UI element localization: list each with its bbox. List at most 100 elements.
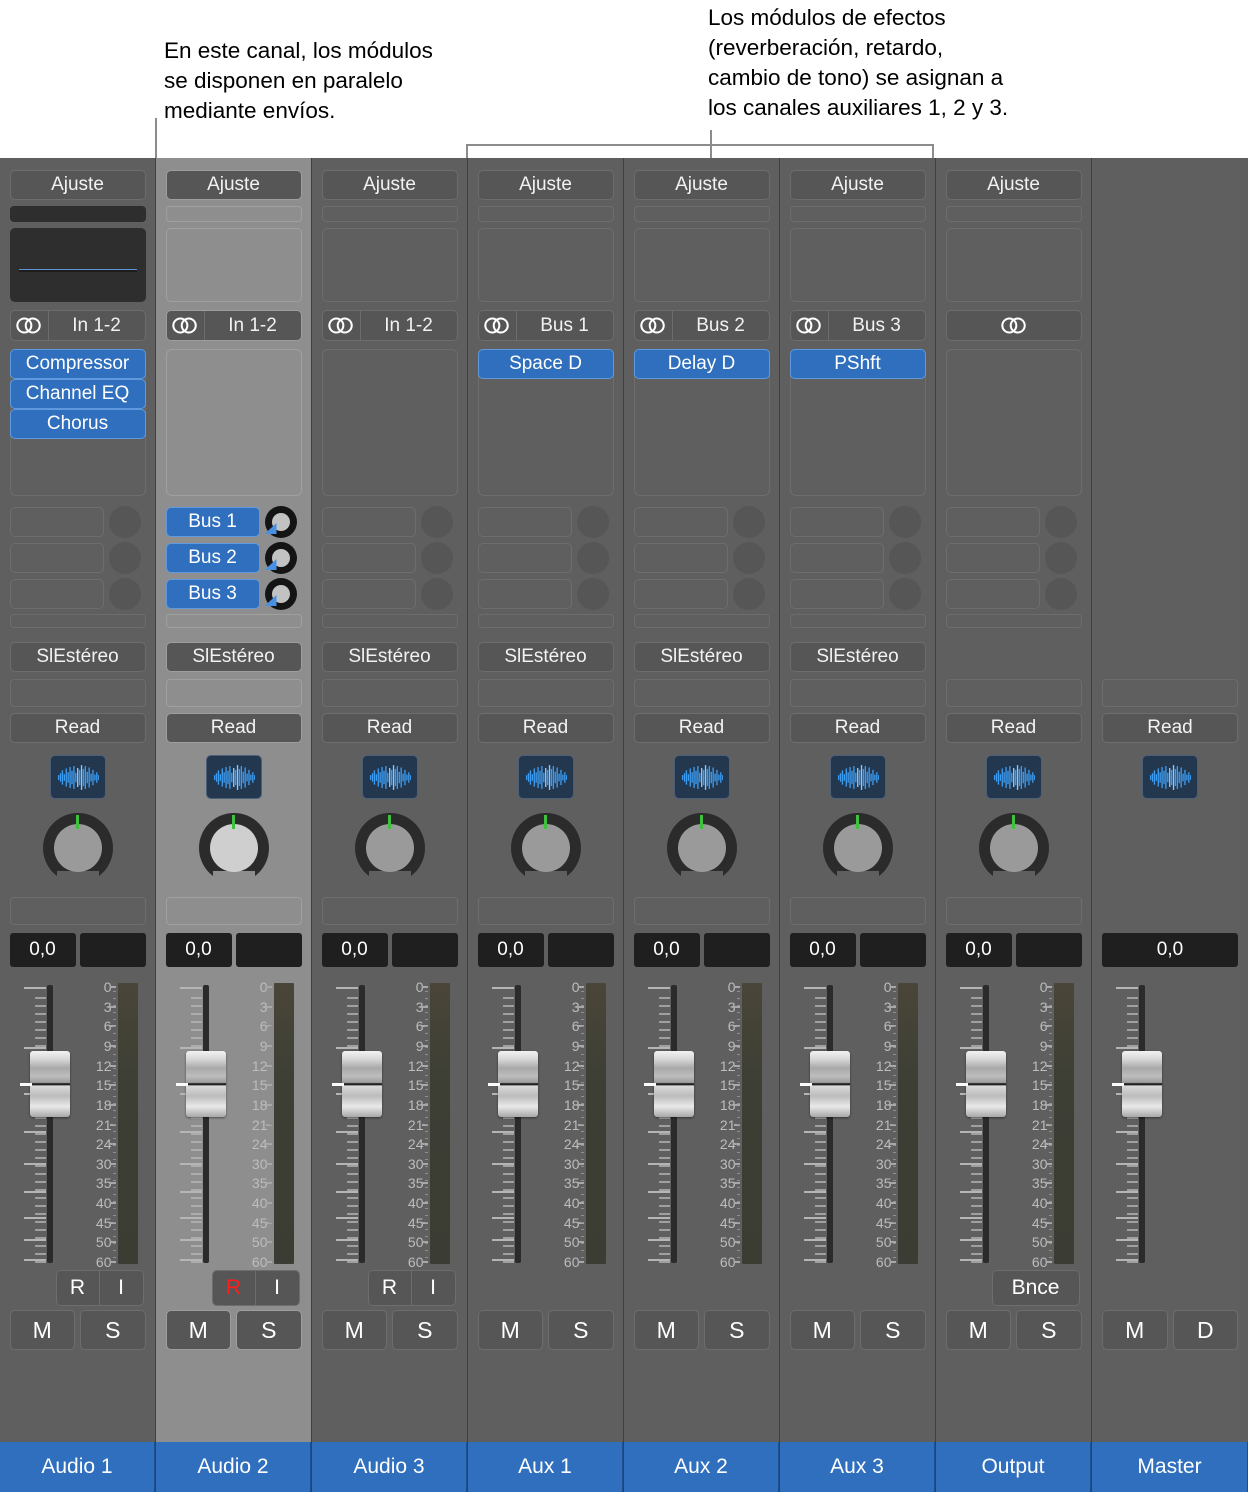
mute-button[interactable]: M [477, 1310, 543, 1350]
channel-strip-audio-3[interactable]: Ajuste In 1-2 SlEstéreo Read 0,0 0 3 6 9 12 15 18 21… [312, 158, 468, 1492]
pan-knob[interactable] [198, 813, 269, 885]
automation-mode-button[interactable]: Read [789, 713, 926, 743]
send-level-knob[interactable] [1044, 542, 1078, 574]
send-destination[interactable] [945, 507, 1040, 537]
channel-name-button[interactable]: Output [936, 1442, 1091, 1492]
send-level-knob[interactable] [264, 506, 298, 538]
pan-knob[interactable] [510, 813, 581, 885]
gain-value[interactable]: 0,0 [945, 933, 1012, 967]
send-level-knob[interactable] [108, 506, 142, 538]
send-level-knob[interactable] [732, 578, 766, 610]
mute-button[interactable]: M [321, 1310, 387, 1350]
pre-fader-slot[interactable] [945, 897, 1082, 925]
output-routing-button[interactable]: SlEstéreo [165, 642, 302, 672]
insert-plugin-pshft[interactable]: PShft [789, 349, 926, 379]
pre-fader-slot[interactable] [477, 897, 614, 925]
send-destination[interactable] [477, 507, 572, 537]
solo-button[interactable]: S [860, 1310, 926, 1350]
channel-strip-audio-2[interactable]: Ajuste In 1-2 Bus 1 Bus 2 Bus 3 SlEstéreo Read… [156, 158, 312, 1492]
input-monitor-button[interactable]: I [99, 1270, 144, 1306]
send-destination[interactable]: Bus 1 [165, 507, 260, 537]
send-destination[interactable] [321, 543, 416, 573]
insert-slot-frame[interactable]: Delay D [633, 349, 770, 496]
fader-handle[interactable] [965, 1051, 1006, 1117]
send-destination[interactable] [789, 579, 884, 609]
fader-handle[interactable] [1122, 1051, 1162, 1117]
volume-fader[interactable] [486, 981, 538, 1266]
volume-fader[interactable] [1110, 981, 1162, 1266]
audio-fx-slot[interactable] [165, 206, 302, 222]
send-level-knob[interactable] [108, 542, 142, 574]
fader-handle[interactable] [185, 1051, 226, 1117]
input-output-selector[interactable]: Bus 3 [789, 310, 926, 341]
pan-value[interactable] [703, 933, 770, 967]
volume-fader[interactable] [18, 981, 70, 1266]
send-level-knob[interactable] [420, 578, 454, 610]
channel-name-button[interactable]: Master [1092, 1442, 1248, 1492]
send-destination[interactable] [633, 543, 728, 573]
insert-slot-frame[interactable]: PShft [789, 349, 926, 496]
send-destination[interactable]: Bus 3 [165, 579, 260, 609]
channel-strip-aux-2[interactable]: Ajuste Bus 2 Delay D SlEstéreo Read 0,0 0 3 6 9 12… [624, 158, 780, 1492]
send-destination[interactable] [321, 507, 416, 537]
insert-plugin-delay-d[interactable]: Delay D [633, 349, 770, 379]
channel-strip-aux-3[interactable]: Ajuste Bus 3 PShft SlEstéreo Read 0,0 0 3 6 9 12 15… [780, 158, 936, 1492]
audio-fx-slot[interactable] [321, 206, 458, 222]
mute-button[interactable]: M [165, 1310, 231, 1350]
insert-slot-frame[interactable] [945, 349, 1082, 496]
group-slot[interactable] [321, 679, 458, 707]
insert-plugin-space-d[interactable]: Space D [477, 349, 614, 379]
gain-value[interactable]: 0,0 [9, 933, 76, 967]
insert-slot-frame[interactable]: Space D [477, 349, 614, 496]
settings-button[interactable]: Ajuste [165, 170, 302, 200]
volume-fader[interactable] [642, 981, 694, 1266]
send-level-knob[interactable] [576, 506, 610, 538]
eq-waveform-icon[interactable] [1142, 755, 1198, 799]
output-routing-button[interactable]: SlEstéreo [321, 642, 458, 672]
insert-plugin-compressor[interactable]: Compressor [9, 349, 146, 379]
send-destination[interactable] [789, 543, 884, 573]
pan-value[interactable] [547, 933, 614, 967]
channel-name-button[interactable]: Audio 3 [312, 1442, 467, 1492]
settings-button[interactable]: Ajuste [945, 170, 1082, 200]
send-level-knob[interactable] [420, 506, 454, 538]
send-level-knob[interactable] [576, 542, 610, 574]
insert-slot-frame[interactable] [165, 349, 302, 496]
send-level-knob[interactable] [732, 506, 766, 538]
channel-name-button[interactable]: Audio 1 [0, 1442, 155, 1492]
pan-value[interactable] [79, 933, 146, 967]
settings-button[interactable]: Ajuste [633, 170, 770, 200]
channel-name-button[interactable]: Aux 1 [468, 1442, 623, 1492]
pre-fader-slot[interactable] [165, 897, 302, 925]
pan-knob[interactable] [42, 813, 113, 885]
send-destination[interactable] [945, 543, 1040, 573]
send-destination[interactable] [321, 579, 416, 609]
send-destination[interactable] [9, 543, 104, 573]
send-level-knob[interactable] [888, 506, 922, 538]
eq-waveform-icon[interactable] [829, 755, 886, 799]
fader-handle[interactable] [653, 1051, 694, 1117]
audio-fx-slot[interactable] [789, 206, 926, 222]
insert-slot-frame[interactable] [321, 349, 458, 496]
send-level-knob[interactable] [888, 578, 922, 610]
pre-fader-slot[interactable] [9, 897, 146, 925]
channel-strip-audio-1[interactable]: Ajuste In 1-2 Compressor Channel EQ Chorus Sl… [0, 158, 156, 1492]
volume-fader[interactable] [330, 981, 382, 1266]
gain-value[interactable]: 0,0 [477, 933, 544, 967]
pan-knob[interactable] [978, 813, 1049, 885]
send-destination[interactable] [9, 579, 104, 609]
pan-value[interactable] [235, 933, 302, 967]
eq-thumbnail-display[interactable] [945, 228, 1082, 302]
eq-thumbnail-display[interactable] [789, 228, 926, 302]
channel-strip-aux-1[interactable]: Ajuste Bus 1 Space D SlEstéreo Read 0,0 0 3 6 9 12… [468, 158, 624, 1492]
input-output-selector[interactable] [945, 310, 1082, 341]
eq-waveform-icon[interactable] [673, 755, 730, 799]
audio-fx-slot[interactable] [477, 206, 614, 222]
settings-button[interactable]: Ajuste [477, 170, 614, 200]
record-enable-button[interactable]: R [55, 1270, 100, 1306]
insert-slot-frame[interactable]: Compressor Channel EQ Chorus [9, 349, 146, 496]
audio-fx-slot[interactable] [945, 206, 1082, 222]
automation-mode-button[interactable]: Read [633, 713, 770, 743]
channel-name-button[interactable]: Aux 2 [624, 1442, 779, 1492]
input-output-selector[interactable]: In 1-2 [9, 310, 146, 341]
